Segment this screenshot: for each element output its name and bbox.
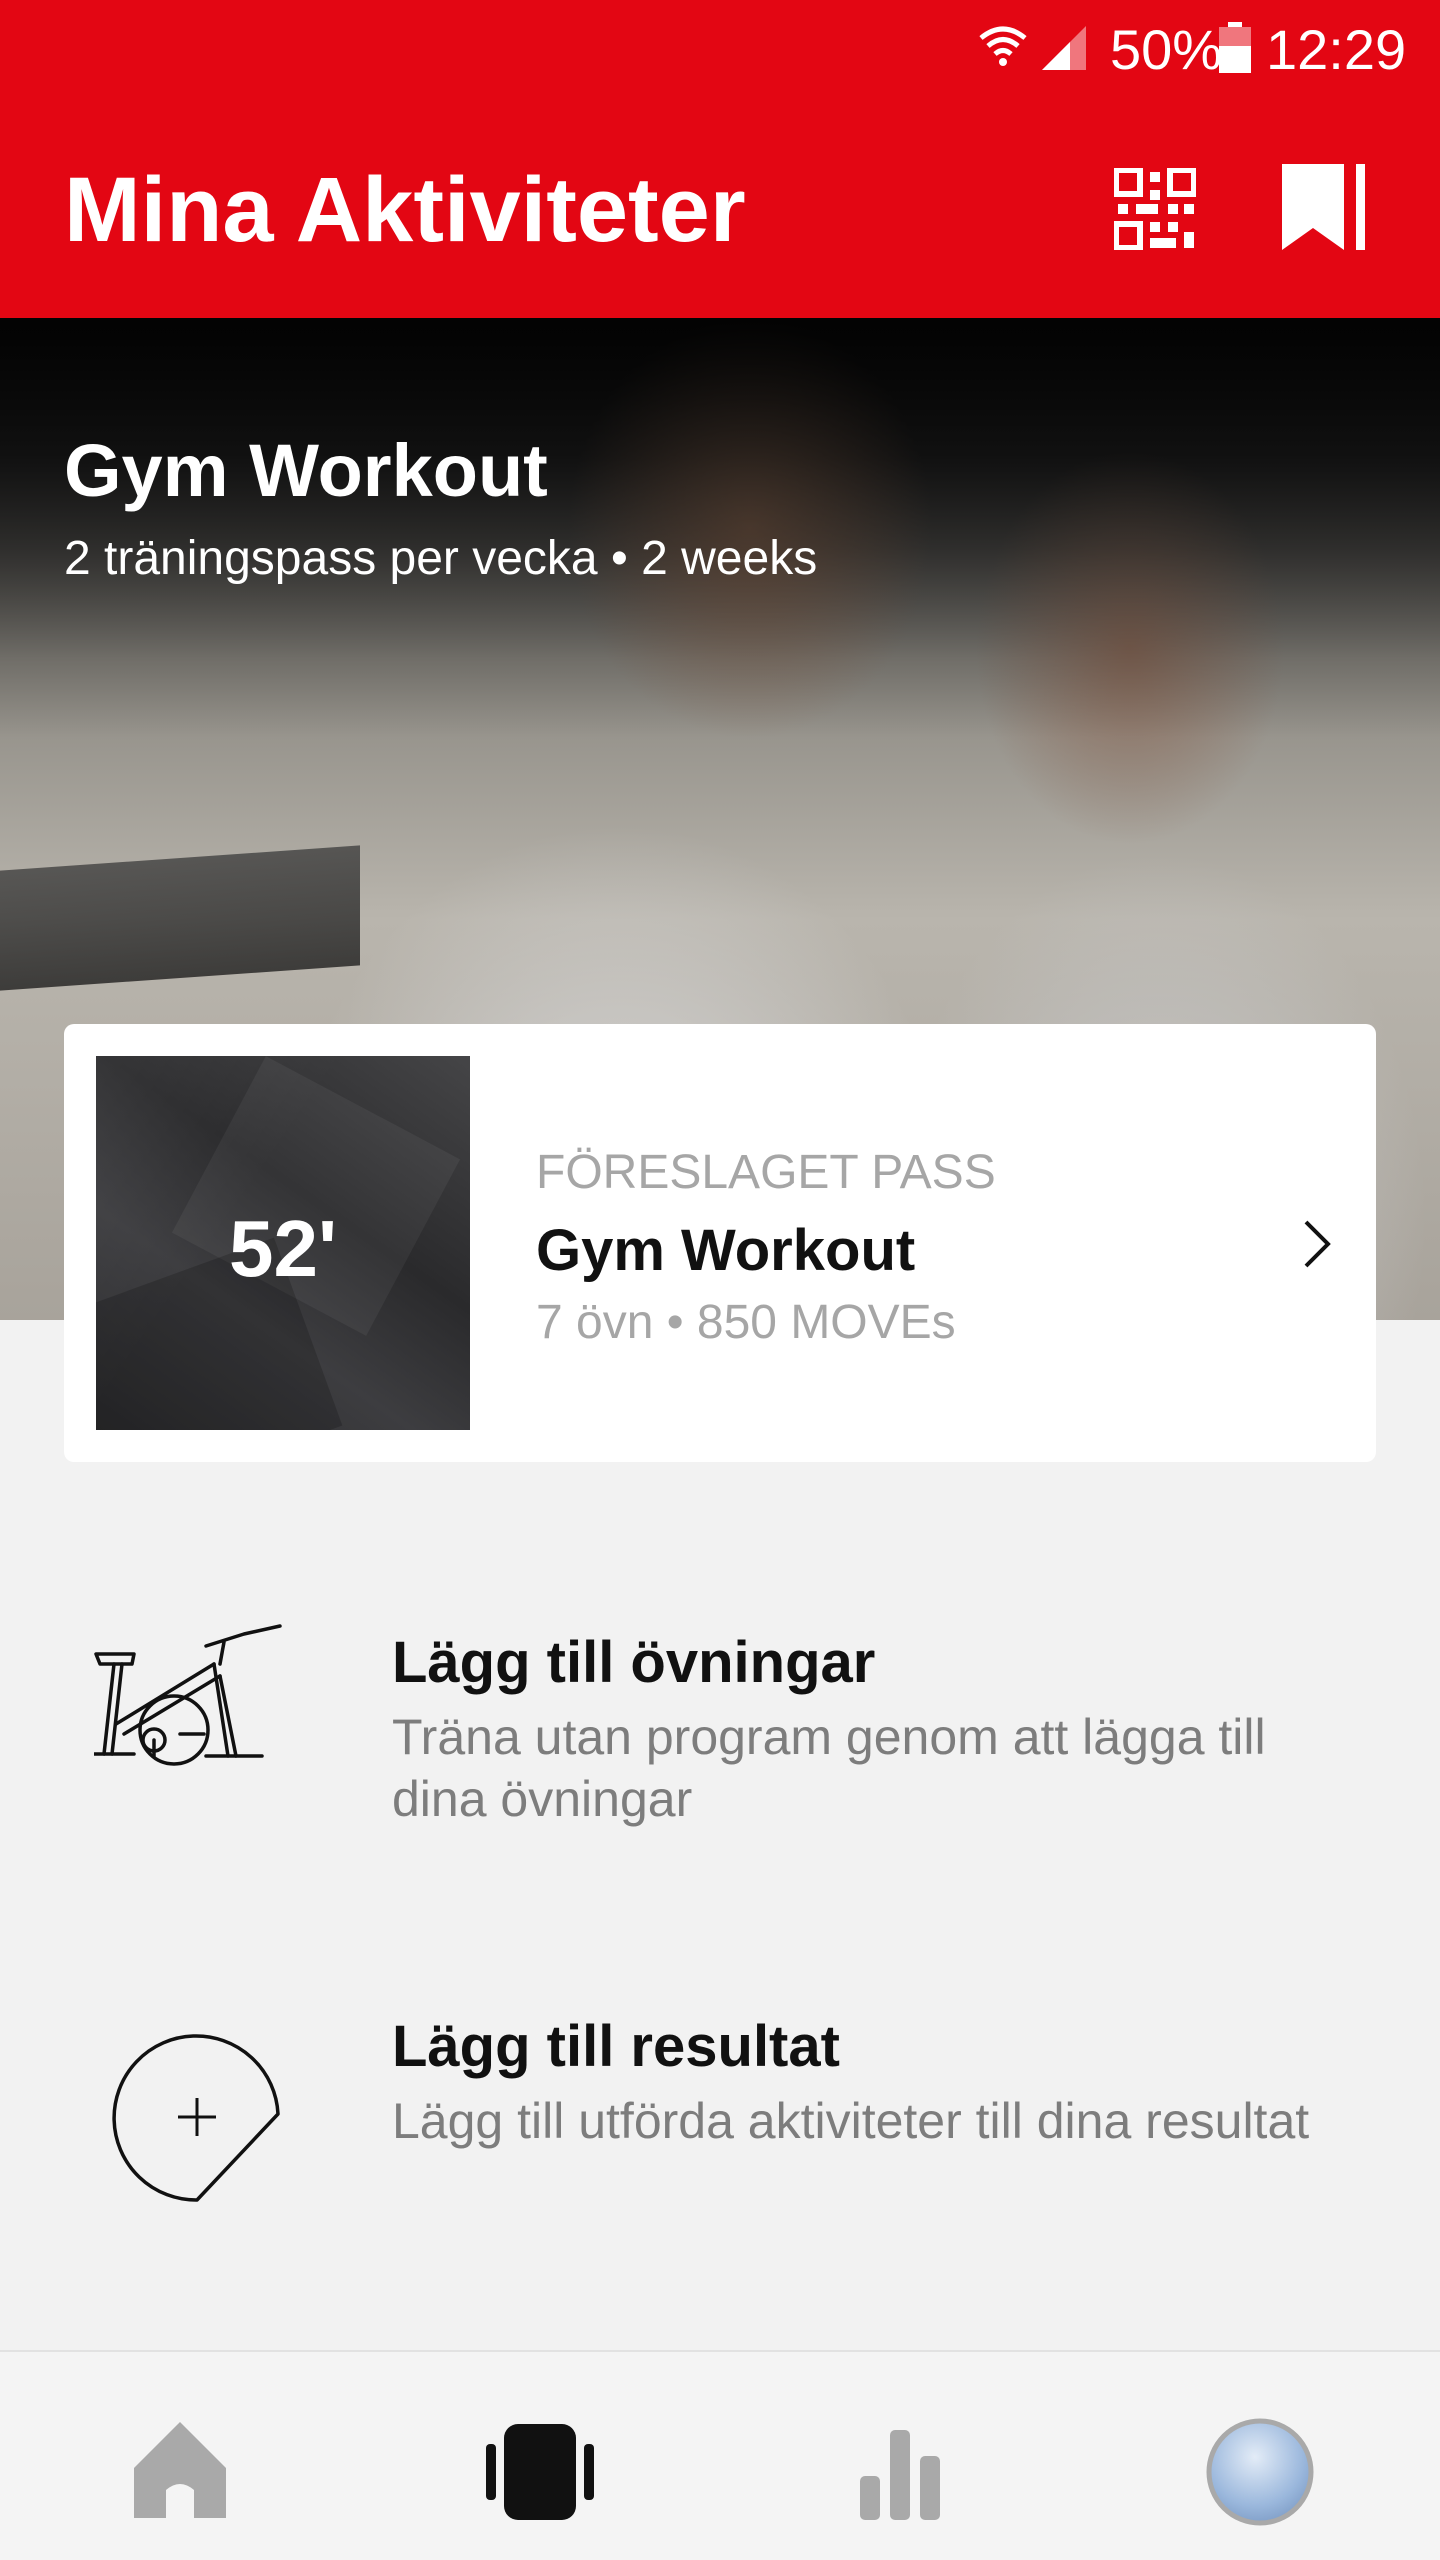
app-header: Mina Aktiviteter [0, 104, 1440, 318]
activities-icon [486, 2424, 594, 2520]
exercise-bike-icon [94, 1624, 282, 1766]
bookmark-icon[interactable] [1278, 162, 1370, 254]
add-exercises-title: Lägg till övningar [392, 1630, 876, 1695]
clock: 12:29 [1266, 18, 1407, 81]
workout-meta: 7 övn • 850 MOVEs [536, 1296, 956, 1349]
workout-thumbnail: 52' [96, 1056, 470, 1430]
nav-stats[interactable] [840, 2412, 960, 2532]
add-exercises-description: Träna utan program genom att lägga till … [392, 1709, 1266, 1827]
add-results-description: Lägg till utförda aktiviteter till dina … [392, 2093, 1310, 2149]
home-icon [134, 2422, 226, 2518]
top-bar: 50% 12:29 Mina Aktiviteter [0, 0, 1440, 318]
status-bar: 50% 12:29 [0, 0, 1440, 104]
qr-code-icon[interactable] [1114, 168, 1196, 250]
add-results-title: Lägg till resultat [392, 2014, 840, 2079]
wifi-icon [979, 26, 1027, 66]
nav-profile[interactable] [1200, 2412, 1320, 2532]
nav-activities[interactable] [480, 2412, 600, 2532]
profile-avatar [1206, 2418, 1314, 2526]
program-subtitle: 2 träningspass per vecka • 2 weeks [64, 532, 818, 585]
stats-icon [860, 2430, 940, 2520]
add-exercises-item[interactable]: Lägg till övningar Träna utan program ge… [0, 1580, 1440, 1880]
signal-icon [1042, 26, 1086, 70]
suggested-label: FÖRESLAGET PASS [536, 1146, 996, 1199]
program-title: Gym Workout [64, 429, 548, 512]
page-title: Mina Aktiviteter [64, 159, 746, 261]
add-result-icon [112, 2034, 280, 2202]
suggested-workout-card[interactable]: 52' FÖRESLAGET PASS Gym Workout 7 övn • … [64, 1024, 1376, 1462]
workout-duration: 52' [228, 1204, 337, 1293]
chevron-right-icon[interactable] [1292, 1214, 1342, 1274]
nav-home[interactable] [120, 2412, 240, 2532]
battery-icon [1219, 22, 1251, 73]
add-results-item[interactable]: Lägg till resultat Lägg till utförda akt… [0, 1972, 1440, 2272]
battery-percent: 50% [1110, 18, 1223, 81]
workout-name: Gym Workout [536, 1218, 916, 1283]
bottom-navigation [0, 2350, 1440, 2560]
